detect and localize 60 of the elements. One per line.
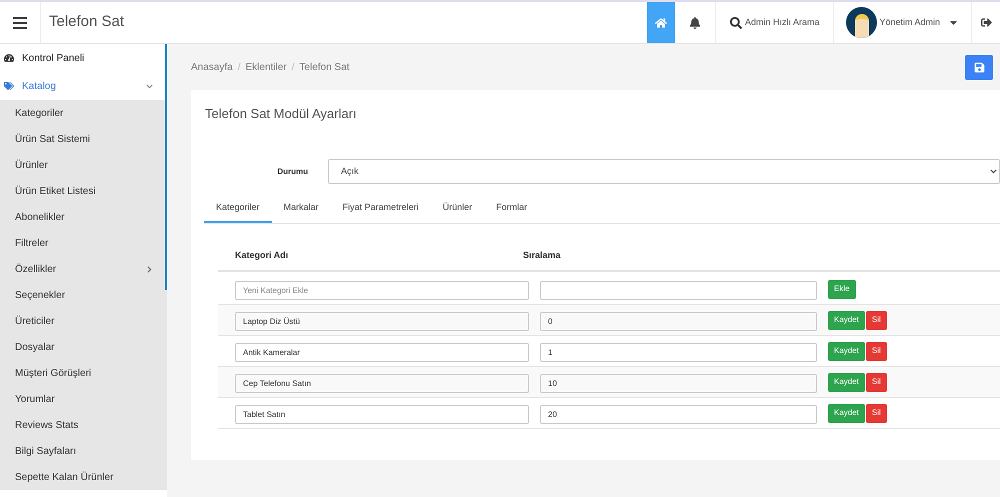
status-select[interactable]: Açık [328,159,1000,184]
order-field[interactable]: 1 [540,343,817,362]
sidebar-subitem[interactable]: Ürün Etiket Listesi [0,178,165,204]
delete-button[interactable]: Sil [866,372,887,392]
dashboard-icon [4,53,14,63]
sidebar-subitem[interactable]: Özellikler [0,256,165,282]
page-title: Telefon Sat [49,12,124,32]
tab[interactable]: Formlar [484,194,540,223]
status-label: Durumu [276,166,309,178]
logout-icon [980,17,992,28]
sidebar-subitem[interactable]: Dosyalar [0,334,165,360]
home-icon [654,16,667,28]
sidebar-item[interactable]: Kontrol Paneli [0,44,167,72]
sidebar-subitem[interactable]: Müşteri Görüşleri [0,360,165,386]
order-field[interactable]: 10 [540,374,817,393]
sidebar-subitem[interactable]: Seçenekler [0,282,165,308]
sidebar-subitem[interactable]: Yorumlar [0,386,165,412]
avatar-icon [846,7,878,38]
chevron-down-icon [146,82,153,90]
category-name-field[interactable]: Laptop Diz Üstü [235,312,529,331]
sidebar-subitem[interactable]: Reviews Stats [0,412,165,438]
breadcrumb-separator: / [292,60,294,74]
delete-button[interactable]: Sil [866,310,887,330]
sidebar-subitem[interactable]: Ürün Sat Sistemi [0,126,165,152]
column-header: Kategori Adı [234,249,290,262]
sidebar-subitem[interactable]: Bilgi Sayfaları [0,438,165,464]
chevron-down-icon [990,168,997,175]
sidebar-subitem[interactable]: Kategoriler [0,100,165,126]
card-title: Telefon Sat Modül Ayarları [205,105,358,123]
sidebar-subitem[interactable]: Üreticiler [0,308,165,334]
order-field[interactable]: 20 [540,405,817,424]
tag-icon [4,81,14,91]
category-name-field[interactable]: Antik Kameralar [235,343,529,362]
breadcrumb-link[interactable]: Anasayfa [191,60,233,74]
user-menu[interactable]: Yönetim Admin [834,2,972,43]
delete-button[interactable]: Sil [866,342,887,360]
sidebar-subitem[interactable]: Filtreler [0,230,165,256]
bell-icon [688,16,701,28]
category-name-field[interactable]: Tablet Satın [235,405,529,424]
quick-search-button[interactable]: Admin Hızlı Arama [714,2,834,43]
column-header: Sıralama [523,249,561,262]
tab[interactable]: Ürünler [430,194,484,223]
sidebar-subitem[interactable]: Sepette Kalan Ürünler [0,464,165,490]
category-name-field[interactable]: Yeni Kategori Ekle [235,281,529,300]
sidebar-subitem[interactable]: Ürünler [0,152,165,178]
delete-button[interactable]: Sil [866,404,887,422]
chevron-right-icon [146,266,153,272]
category-name-field[interactable]: Cep Telefonu Satın [235,374,529,393]
sidebar-item[interactable]: Katalog [0,72,167,100]
breadcrumb-separator: / [238,60,240,74]
tab[interactable]: Fiyat Parametreleri [330,194,431,223]
save-button[interactable] [965,54,993,80]
order-field[interactable] [540,281,817,300]
search-icon [730,16,742,28]
tab[interactable]: Markalar [272,194,331,223]
breadcrumb-link[interactable]: Telefon Sat [299,60,350,74]
order-field[interactable]: 0 [540,312,817,331]
sidebar-subitem[interactable]: Abonelikler [0,204,165,230]
breadcrumb-link[interactable]: Eklentiler [245,60,287,74]
tab[interactable]: Kategoriler [204,194,272,223]
